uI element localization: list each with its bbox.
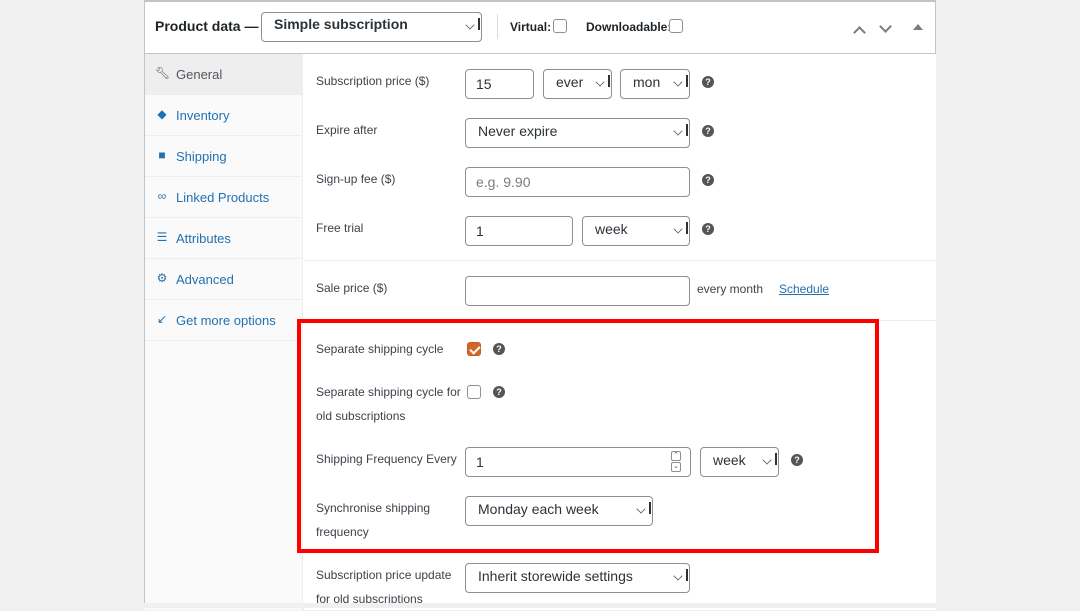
- sync-shipping-select[interactable]: Monday each week: [465, 496, 653, 526]
- subscription-price-label: Subscription price ($): [316, 74, 430, 88]
- plugin-icon: ↙: [156, 312, 168, 326]
- shipping-frequency-period-select[interactable]: week: [700, 447, 779, 477]
- separate-shipping-cycle-label: Separate shipping cycle: [316, 342, 444, 356]
- product-data-tabs: 🔧︎ General ◆ Inventory ■ Shipping ∞ Link…: [145, 54, 303, 610]
- product-data-header: Product data — Simple subscription Virtu…: [145, 2, 935, 54]
- help-icon[interactable]: ?: [493, 343, 505, 355]
- tab-general[interactable]: 🔧︎ General: [145, 54, 303, 95]
- expire-after-label: Expire after: [316, 123, 378, 137]
- downloadable-label: Downloadable:: [586, 20, 672, 34]
- product-data-panel: Product data — Simple subscription Virtu…: [144, 0, 936, 610]
- chevron-down-icon: [762, 455, 772, 465]
- product-type-select[interactable]: Simple subscription: [261, 12, 482, 42]
- sale-price-input[interactable]: [465, 276, 690, 306]
- schedule-link[interactable]: Schedule: [779, 282, 829, 296]
- separate-shipping-cycle-checkbox[interactable]: [467, 342, 481, 356]
- help-icon[interactable]: ?: [702, 125, 714, 137]
- stepper-up-icon[interactable]: ⌃: [671, 451, 681, 461]
- virtual-label: Virtual:: [510, 20, 552, 34]
- free-trial-length-input[interactable]: 1: [465, 216, 573, 246]
- list-icon: ☰: [156, 230, 168, 244]
- chevron-down-icon[interactable]: [879, 20, 892, 33]
- separate-shipping-old-checkbox[interactable]: [467, 385, 481, 399]
- chevron-down-icon: [673, 571, 683, 581]
- tab-attributes[interactable]: ☰ Attributes: [145, 218, 303, 259]
- shipping-frequency-input[interactable]: 1 ⌃ ⌄: [465, 447, 691, 477]
- general-panel: Subscription price ($) 15 ever mon ? Exp…: [304, 54, 936, 610]
- sync-shipping-label-2: frequency: [316, 525, 369, 539]
- wrench-icon: 🔧︎: [155, 66, 171, 80]
- collapse-triangle-icon[interactable]: [913, 24, 923, 30]
- tab-linked-products[interactable]: ∞ Linked Products: [145, 177, 303, 218]
- number-stepper[interactable]: ⌃ ⌄: [671, 451, 681, 473]
- price-update-label: Subscription price update: [316, 568, 452, 582]
- chevron-down-icon: [673, 77, 683, 87]
- subscription-price-input[interactable]: 15: [465, 69, 534, 99]
- billing-interval-select[interactable]: ever: [543, 69, 612, 99]
- chevron-down-icon: [595, 77, 605, 87]
- billing-period-select[interactable]: mon: [620, 69, 690, 99]
- signup-fee-label: Sign-up fee ($): [316, 172, 396, 186]
- free-trial-label: Free trial: [316, 221, 364, 235]
- expire-after-select[interactable]: Never expire: [465, 118, 690, 148]
- chevron-down-icon: [673, 224, 683, 234]
- stepper-down-icon[interactable]: ⌄: [671, 462, 681, 472]
- tab-get-more-options[interactable]: ↙ Get more options: [145, 300, 303, 341]
- tag-icon: ◆: [157, 107, 167, 121]
- tab-inventory[interactable]: ◆ Inventory: [145, 95, 303, 136]
- chevron-up-icon[interactable]: [853, 26, 866, 39]
- chevron-down-icon: [465, 20, 475, 30]
- separate-shipping-old-label: Separate shipping cycle for: [316, 385, 461, 399]
- link-icon: ∞: [157, 189, 167, 203]
- truck-icon: ■: [158, 148, 166, 162]
- sync-shipping-label: Synchronise shipping: [316, 501, 431, 515]
- chevron-down-icon: [673, 126, 683, 136]
- help-icon[interactable]: ?: [702, 223, 714, 235]
- chevron-down-icon: [636, 504, 646, 514]
- separate-shipping-old-label-2: old subscriptions: [316, 409, 406, 423]
- shipping-frequency-label: Shipping Frequency Every: [316, 452, 457, 466]
- free-trial-period-select[interactable]: week: [582, 216, 690, 246]
- help-icon[interactable]: ?: [702, 76, 714, 88]
- help-icon[interactable]: ?: [702, 174, 714, 186]
- gear-icon: ⚙: [156, 271, 168, 285]
- downloadable-checkbox[interactable]: [669, 19, 683, 33]
- tab-advanced[interactable]: ⚙ Advanced: [145, 259, 303, 300]
- price-update-select[interactable]: Inherit storewide settings: [465, 563, 690, 593]
- divider: [497, 14, 498, 39]
- panel-title: Product data —: [155, 18, 259, 34]
- virtual-checkbox[interactable]: [553, 19, 567, 33]
- tab-shipping[interactable]: ■ Shipping: [145, 136, 303, 177]
- sale-price-label: Sale price ($): [316, 281, 388, 295]
- help-icon[interactable]: ?: [791, 454, 803, 466]
- help-icon[interactable]: ?: [493, 386, 505, 398]
- sale-price-suffix: every month: [697, 282, 764, 296]
- signup-fee-input[interactable]: e.g. 9.90: [465, 167, 690, 197]
